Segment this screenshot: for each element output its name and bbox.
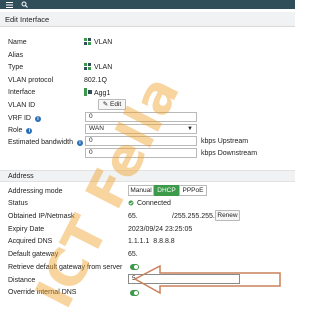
annotation-arrow [133,264,281,295]
